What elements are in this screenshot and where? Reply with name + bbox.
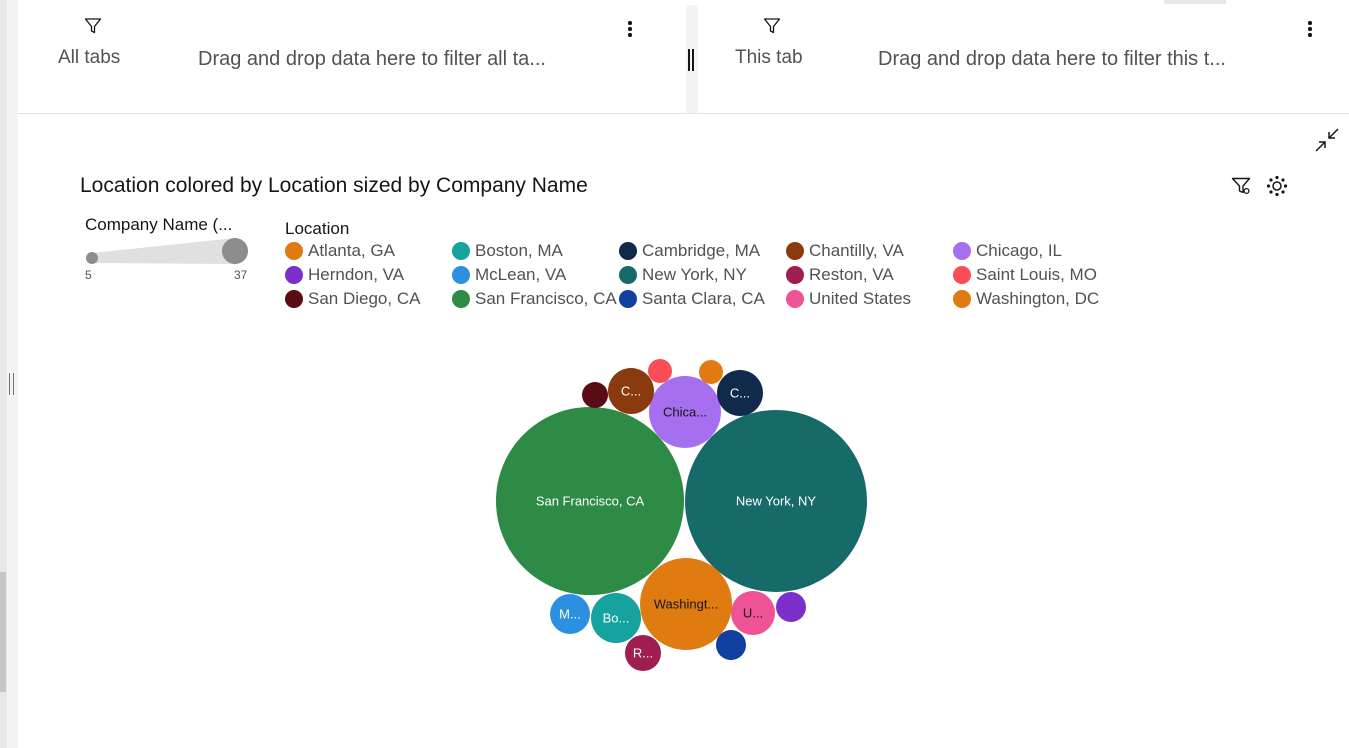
legend-item[interactable]: Washington, DC	[953, 289, 1113, 309]
legend-label: San Francisco, CA	[475, 289, 617, 308]
legend-label: Reston, VA	[809, 265, 894, 284]
all-tabs-label: All tabs	[58, 47, 121, 68]
color-legend: Atlanta, GA Boston, MA Cambridge, MA Chanti…	[285, 241, 1105, 309]
legend-item[interactable]: San Francisco, CA	[452, 289, 619, 309]
legend-swatch	[285, 290, 303, 308]
legend-item[interactable]: Herndon, VA	[285, 265, 452, 285]
legend-swatch	[619, 266, 637, 284]
legend-swatch	[953, 290, 971, 308]
legend-item[interactable]: San Diego, CA	[285, 289, 452, 309]
legend-label: United States	[809, 289, 912, 308]
legend-item[interactable]: New York, NY	[619, 265, 786, 285]
legend-swatch	[786, 242, 804, 260]
legend-label: Boston, MA	[475, 241, 563, 260]
bubble-herndon-va[interactable]	[776, 592, 806, 622]
overflow-menu-vertical-icon[interactable]	[1307, 21, 1313, 39]
settings-adjust-icon[interactable]	[1266, 175, 1288, 197]
legend-item[interactable]: Saint Louis, MO	[953, 265, 1113, 285]
size-legend-min: 5	[85, 268, 92, 282]
bubble-saint-louis-mo[interactable]	[648, 359, 672, 383]
bubble-san-diego-ca[interactable]	[582, 382, 608, 408]
all-tabs-drop-zone[interactable]: Drag and drop data here to filter all ta…	[198, 48, 546, 71]
legend-swatch	[953, 266, 971, 284]
legend-item[interactable]: Atlanta, GA	[285, 241, 452, 261]
legend-item[interactable]: Boston, MA	[452, 241, 619, 261]
legend-label: New York, NY	[642, 265, 747, 284]
overflow-menu-vertical-icon[interactable]	[627, 21, 633, 39]
bubble-santa-clara-ca[interactable]	[716, 630, 746, 660]
legend-item[interactable]: United States	[786, 289, 953, 309]
legend-swatch	[285, 242, 303, 260]
panel-resize-handle[interactable]	[9, 373, 14, 395]
legend-swatch	[452, 290, 470, 308]
all-tabs-filter-panel[interactable]: All tabs Drag and drop data here to filt…	[18, 5, 686, 113]
chart-title: Location colored by Location sized by Co…	[80, 174, 588, 197]
legend-label: Cambridge, MA	[642, 241, 761, 260]
legend-label: Washington, DC	[976, 289, 1100, 308]
size-legend-max: 37	[234, 268, 248, 282]
legend-label: Chicago, IL	[976, 241, 1062, 260]
legend-label: Chantilly, VA	[809, 241, 904, 260]
bubble-atlanta-ga[interactable]	[699, 360, 723, 384]
bubble-label: C...	[621, 384, 641, 399]
bubble-label: M...	[559, 607, 581, 622]
legend-item[interactable]: Cambridge, MA	[619, 241, 786, 261]
legend-item[interactable]: Chantilly, VA	[786, 241, 953, 261]
legend-swatch	[619, 242, 637, 260]
minimize-arrows-icon[interactable]	[1314, 127, 1340, 153]
bubble-label: Chica...	[663, 405, 707, 420]
legend-swatch	[786, 290, 804, 308]
legend-label: Atlanta, GA	[308, 241, 395, 260]
filter-funnel-icon	[84, 18, 102, 34]
bubble-label: Bo...	[603, 611, 630, 626]
filter-area: All tabs Drag and drop data here to filt…	[18, 5, 1349, 114]
legend-swatch	[285, 266, 303, 284]
filter-funnel-icon[interactable]	[1231, 176, 1251, 196]
this-tab-filter-panel[interactable]: This tab Drag and drop data here to filt…	[698, 5, 1349, 113]
size-legend-title: Company Name (...	[85, 215, 233, 234]
filter-funnel-icon	[763, 18, 781, 34]
legend-label: San Diego, CA	[308, 289, 421, 308]
filter-panel-divider[interactable]	[688, 49, 694, 71]
bubble-label: R...	[633, 646, 653, 661]
this-tab-label: This tab	[735, 47, 803, 68]
bubble-label: San Francisco, CA	[536, 494, 645, 509]
legend-swatch	[786, 266, 804, 284]
bubble-label: U...	[743, 606, 763, 621]
legend-label: McLean, VA	[475, 265, 567, 284]
legend-swatch	[619, 290, 637, 308]
legend-swatch	[452, 266, 470, 284]
legend-label: Saint Louis, MO	[976, 265, 1097, 284]
size-legend-ramp	[86, 238, 248, 264]
legend-item[interactable]: Santa Clara, CA	[619, 289, 786, 309]
legend-label: Herndon, VA	[308, 265, 405, 284]
active-tab-indicator[interactable]	[1164, 0, 1226, 4]
left-rail	[0, 0, 18, 748]
bubble-label: Washingt...	[654, 597, 719, 612]
legend-swatch	[452, 242, 470, 260]
legend-item[interactable]: Reston, VA	[786, 265, 953, 285]
bubble-label: New York, NY	[736, 494, 817, 509]
color-legend-title: Location	[285, 219, 350, 238]
left-scroll-thumb[interactable]	[0, 572, 6, 692]
legend-swatch	[953, 242, 971, 260]
size-legend-min-marker	[86, 252, 98, 264]
legend-label: Santa Clara, CA	[642, 289, 765, 308]
legend-item[interactable]: Chicago, IL	[953, 241, 1113, 261]
legend-item[interactable]: McLean, VA	[452, 265, 619, 285]
bubble-label: C...	[730, 386, 750, 401]
size-legend-max-marker	[222, 238, 248, 264]
this-tab-drop-zone[interactable]: Drag and drop data here to filter this t…	[878, 48, 1226, 71]
